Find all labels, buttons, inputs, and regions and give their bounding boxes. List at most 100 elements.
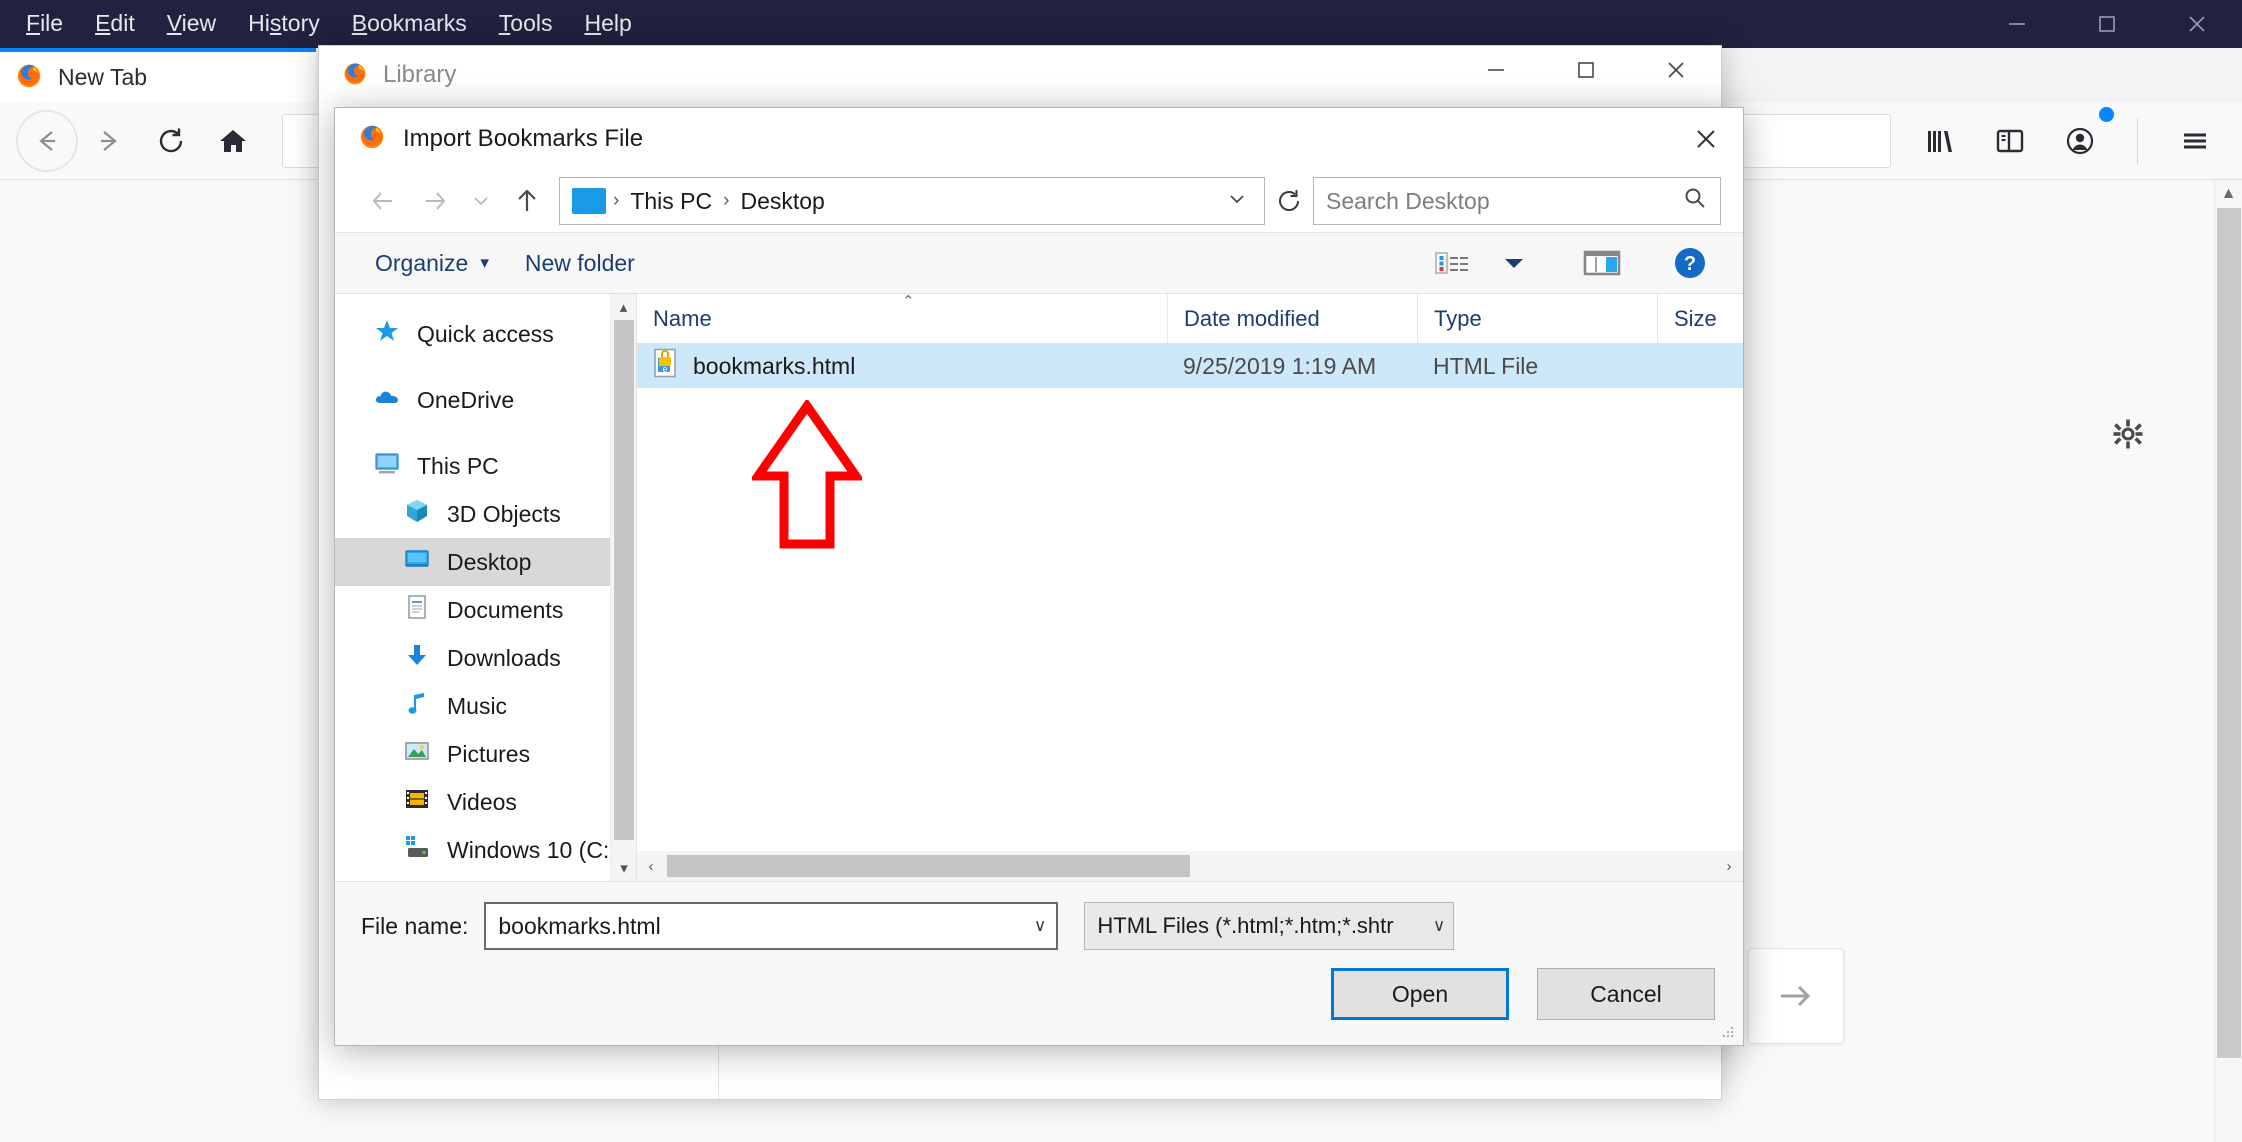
nav-item-desktop[interactable]: Desktop bbox=[335, 538, 636, 586]
back-button[interactable] bbox=[16, 109, 78, 172]
menu-edit[interactable]: Edit bbox=[79, 7, 151, 40]
navigation-pane-scrollbar[interactable]: ▴ ▾ bbox=[610, 294, 636, 881]
nav-item-label: Videos bbox=[447, 788, 517, 815]
import-bookmarks-file-dialog: Import Bookmarks File › This PC › Deskto… bbox=[334, 107, 1744, 1046]
dialog-refresh-button[interactable] bbox=[1265, 177, 1313, 225]
nav-item-label: Music bbox=[447, 692, 508, 719]
menu-view[interactable]: View bbox=[151, 7, 232, 40]
view-options-icon[interactable] bbox=[1421, 241, 1483, 285]
this-pc-monitor-icon bbox=[373, 449, 401, 483]
menu-bookmarks[interactable]: Bookmarks bbox=[336, 7, 483, 40]
dialog-titlebar: Import Bookmarks File bbox=[335, 108, 1743, 170]
browser-maximize-button[interactable] bbox=[2062, 0, 2152, 48]
nav-item-label: Documents bbox=[447, 596, 564, 623]
page-scrollbar[interactable]: ▲ bbox=[2214, 180, 2242, 1142]
nav-item-quick-access[interactable]: Quick access bbox=[335, 310, 636, 358]
search-icon[interactable] bbox=[1682, 185, 1708, 217]
file-name-input[interactable] bbox=[498, 912, 1024, 940]
new-tab-tile[interactable] bbox=[1748, 948, 1844, 1044]
nav-item-videos[interactable]: Videos bbox=[335, 778, 636, 826]
column-header-date-modified[interactable]: Date modified bbox=[1167, 294, 1417, 343]
dialog-title: Import Bookmarks File bbox=[403, 125, 644, 152]
dialog-close-button[interactable] bbox=[1669, 108, 1743, 170]
menu-bar: FFileile Edit View History Bookmarks Too… bbox=[10, 0, 648, 48]
nav-item-windows-10-c[interactable]: Windows 10 (C:) bbox=[335, 826, 636, 874]
nav-item-onedrive[interactable]: OneDrive bbox=[335, 376, 636, 424]
account-icon[interactable] bbox=[2049, 106, 2114, 172]
nav-item-label: Downloads bbox=[447, 644, 561, 671]
dialog-up-button[interactable] bbox=[501, 176, 553, 226]
3d-objects-icon bbox=[403, 497, 431, 531]
pictures-icon bbox=[403, 737, 431, 771]
library-maximize-button[interactable] bbox=[1541, 46, 1631, 94]
nav-item-pictures[interactable]: Pictures bbox=[335, 730, 636, 778]
nav-item-this-pc[interactable]: This PC bbox=[335, 442, 636, 490]
nav-item-label: This PC bbox=[417, 452, 499, 479]
documents-icon bbox=[403, 593, 431, 627]
downloads-icon bbox=[403, 641, 431, 675]
scrollbar-thumb[interactable] bbox=[2217, 208, 2241, 1058]
chevron-down-icon: ▾ bbox=[480, 253, 489, 272]
tab-new-tab[interactable]: New Tab bbox=[0, 48, 316, 102]
reload-button[interactable] bbox=[140, 110, 202, 172]
breadcrumb-desktop[interactable]: Desktop bbox=[734, 188, 830, 215]
browser-minimize-button[interactable] bbox=[1972, 0, 2062, 48]
library-minimize-button[interactable] bbox=[1451, 46, 1541, 94]
column-header-size[interactable]: Size bbox=[1657, 294, 1743, 343]
nav-scroll-down-arrow[interactable]: ▾ bbox=[611, 855, 636, 881]
library-close-button[interactable] bbox=[1631, 46, 1721, 94]
hscroll-thumb[interactable] bbox=[667, 855, 1190, 877]
preview-pane-icon[interactable] bbox=[1571, 241, 1633, 285]
resize-grip[interactable] bbox=[1719, 1023, 1737, 1041]
view-options-dropdown[interactable] bbox=[1483, 241, 1545, 285]
scrollbar-up-arrow[interactable]: ▲ bbox=[2215, 180, 2242, 208]
menu-tools[interactable]: Tools bbox=[483, 7, 569, 40]
hard-drive-icon bbox=[403, 833, 431, 867]
menu-history[interactable]: History bbox=[232, 7, 336, 40]
help-icon[interactable]: ? bbox=[1659, 241, 1721, 285]
hscroll-right-arrow[interactable]: › bbox=[1715, 858, 1743, 875]
nav-scroll-thumb[interactable] bbox=[614, 320, 634, 840]
nav-item-music[interactable]: Music bbox=[335, 682, 636, 730]
file-list-horizontal-scrollbar[interactable]: ‹ › bbox=[637, 851, 1743, 881]
dialog-recent-locations-button[interactable] bbox=[461, 176, 501, 226]
breadcrumb[interactable]: › This PC › Desktop bbox=[559, 177, 1265, 225]
search-input[interactable] bbox=[1326, 187, 1682, 215]
gear-icon[interactable] bbox=[2112, 418, 2144, 455]
chevron-down-icon[interactable]: ∨ bbox=[1024, 916, 1046, 936]
dialog-back-button[interactable] bbox=[357, 176, 409, 226]
chevron-down-icon[interactable] bbox=[1216, 188, 1258, 215]
file-name-cell: e bookmarks.html bbox=[637, 348, 1167, 384]
breadcrumb-this-pc[interactable]: This PC bbox=[624, 188, 718, 215]
dialog-forward-button[interactable] bbox=[409, 176, 461, 226]
menu-icon[interactable] bbox=[2164, 110, 2226, 172]
toolbar-divider bbox=[2137, 117, 2138, 164]
sidebar-icon[interactable] bbox=[1979, 110, 2041, 172]
cancel-button[interactable]: Cancel bbox=[1537, 968, 1715, 1020]
browser-close-button[interactable] bbox=[2152, 0, 2242, 48]
nav-item-3d-objects[interactable]: 3D Objects bbox=[335, 490, 636, 538]
chevron-down-icon: ∨ bbox=[1432, 916, 1446, 935]
menu-help[interactable]: Help bbox=[569, 7, 648, 40]
menu-file[interactable]: FFileile bbox=[10, 7, 79, 40]
file-type-filter-select[interactable]: HTML Files (*.html;*.htm;*.shtr ∨ bbox=[1084, 902, 1455, 950]
browser-titlebar: FFileile Edit View History Bookmarks Too… bbox=[0, 0, 2242, 48]
library-icon[interactable] bbox=[1909, 110, 1971, 172]
column-header-name[interactable]: Name ⌃ bbox=[637, 294, 1167, 343]
home-icon[interactable] bbox=[202, 110, 264, 172]
column-header-type[interactable]: Type bbox=[1417, 294, 1657, 343]
nav-item-documents[interactable]: Documents bbox=[335, 586, 636, 634]
firefox-icon bbox=[14, 60, 44, 95]
hscroll-left-arrow[interactable]: ‹ bbox=[637, 858, 665, 875]
nav-item-label: OneDrive bbox=[417, 386, 515, 413]
open-button[interactable]: Open bbox=[1331, 968, 1509, 1020]
nav-scroll-up-arrow[interactable]: ▴ bbox=[611, 294, 636, 320]
organize-button[interactable]: Organize ▾ bbox=[357, 244, 507, 283]
table-row[interactable]: e bookmarks.html 9/25/2019 1:19 AM HTML … bbox=[637, 344, 1743, 388]
svg-text:?: ? bbox=[1684, 253, 1696, 275]
new-folder-button[interactable]: New folder bbox=[507, 244, 653, 283]
nav-item-downloads[interactable]: Downloads bbox=[335, 634, 636, 682]
forward-button[interactable] bbox=[78, 110, 140, 172]
file-name-field[interactable]: ∨ bbox=[484, 902, 1059, 950]
search-box[interactable] bbox=[1313, 177, 1721, 225]
